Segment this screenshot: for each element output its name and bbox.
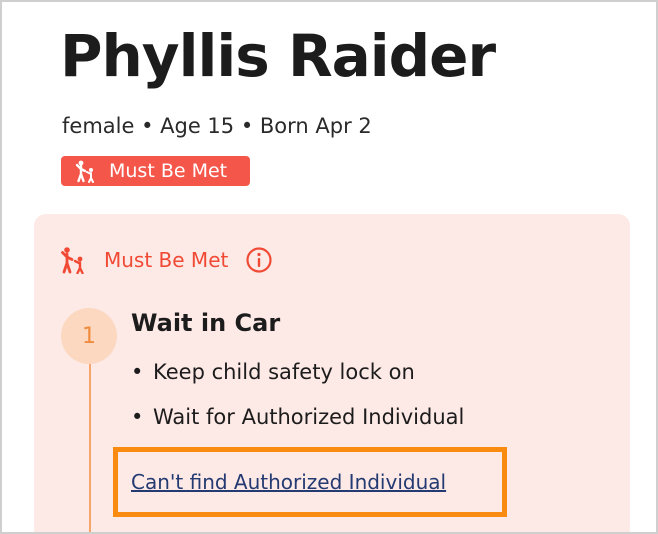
info-icon[interactable] [246,247,272,273]
adult-child-icon [75,160,94,183]
bullet-text: Wait for Authorized Individual [153,405,465,429]
bullet-dot: • [131,405,144,429]
bullet-dot: • [131,360,144,384]
screen-frame: Phyllis Raider female • Age 15 • Born Ap… [0,0,658,534]
badge-label: Must Be Met [109,160,228,182]
step-bullet: • Keep child safety lock on [131,360,415,384]
step-title: Wait in Car [131,309,281,337]
bullet-text: Keep child safety lock on [153,360,415,384]
person-name: Phyllis Raider [60,22,496,90]
step-timeline-line [89,350,91,532]
step-bullet: • Wait for Authorized Individual [131,405,464,429]
step-number: 1 [61,308,117,364]
cant-find-authorized-individual-link[interactable]: Can't find Authorized Individual [131,470,446,494]
must-be-met-badge: Must Be Met [61,156,250,186]
panel-heading: Must Be Met [104,248,229,272]
adult-child-icon [61,247,84,274]
person-details: female • Age 15 • Born Apr 2 [62,114,372,138]
panel-header: Must Be Met [60,246,272,274]
